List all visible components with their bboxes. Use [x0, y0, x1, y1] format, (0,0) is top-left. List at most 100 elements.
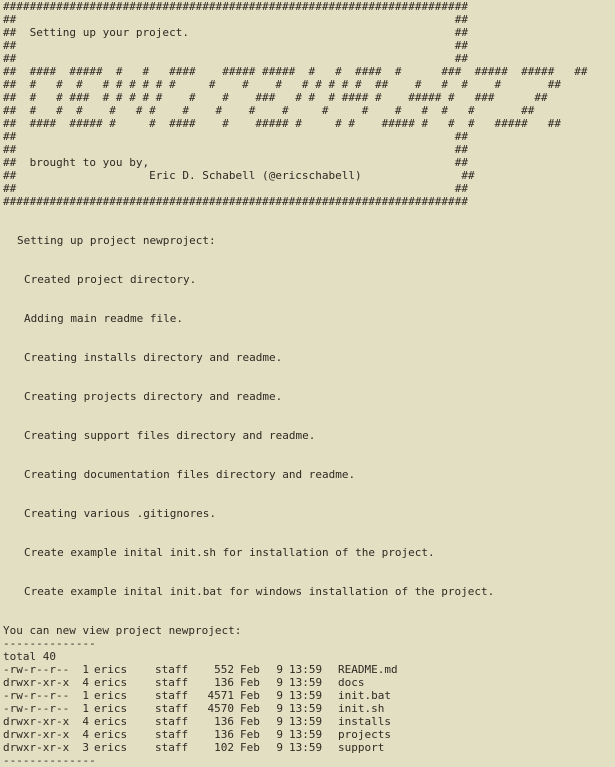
listing-size: 552: [214, 663, 234, 676]
listing-name: init.sh: [338, 702, 385, 715]
banner-line: ## brought to you by, ##: [3, 156, 468, 169]
listing-time: 13:59: [289, 663, 323, 676]
listing-day: 9: [276, 741, 283, 754]
separator-top: --------------: [3, 637, 96, 650]
terminal-window: ########################################…: [0, 0, 615, 767]
listing-row: drwxr-xr-x 4 erics staff 136 Feb 9 13:59 project…: [3, 728, 458, 741]
listing-owner: erics: [94, 689, 128, 702]
listing-name: projects: [338, 728, 391, 741]
listing-month: Feb: [240, 676, 260, 689]
listing-perms: drwxr-xr-x: [3, 676, 70, 689]
listing-size: 136: [214, 676, 234, 689]
banner-line: ########################################…: [3, 0, 468, 13]
ascii-banner: ########################################…: [3, 0, 615, 208]
listing-owner: erics: [94, 741, 128, 754]
listing-links: 1: [82, 702, 89, 715]
listing-group: staff: [155, 702, 189, 715]
banner-line: ## ##: [3, 39, 468, 52]
listing-size: 4571: [207, 689, 235, 702]
banner-line: ## # # ### # # # # # # # ### # # # #### …: [3, 91, 548, 104]
step-line: Create example inital init.bat for windo…: [24, 585, 495, 598]
listing-perms: drwxr-xr-x: [3, 715, 70, 728]
step-line: Creating various .gitignores.: [24, 507, 217, 520]
banner-line: ## ##: [3, 130, 468, 143]
step-line: Creating documentation files directory a…: [24, 468, 356, 481]
listing-day: 9: [276, 663, 283, 676]
listing-month: Feb: [240, 741, 260, 754]
listing-month: Feb: [240, 689, 260, 702]
separator-bottom: --------------: [3, 754, 96, 767]
banner-line: ## ##: [3, 13, 468, 26]
step-line: Creating support files directory and rea…: [24, 429, 316, 442]
banner-line: ## Setting up your project. ##: [3, 26, 468, 39]
listing-month: Feb: [240, 715, 260, 728]
banner-line: ## ##: [3, 52, 468, 65]
banner-line: ## ##: [3, 182, 468, 195]
listing-row: drwxr-xr-x 4 erics staff 136 Feb 9 13:59 docs: [3, 676, 458, 689]
listing-row: -rw-r--r-- 1 erics staff 4571 Feb 9 13:59 init.b…: [3, 689, 458, 702]
listing-row: -rw-r--r-- 1 erics staff 4570 Feb 9 13:59 init.s…: [3, 702, 458, 715]
listing-month: Feb: [240, 702, 260, 715]
listing-day: 9: [276, 676, 283, 689]
listing-time: 13:59: [289, 715, 323, 728]
banner-line: ## ##: [3, 143, 468, 156]
listing-time: 13:59: [289, 728, 323, 741]
file-listing: -rw-r--r-- 1 erics staff 552 Feb 9 13:59 README.…: [3, 663, 458, 754]
step-line: Creating installs directory and readme.: [24, 351, 283, 364]
listing-perms: -rw-r--r--: [3, 702, 70, 715]
banner-line: ## Eric D. Schabell (@ericschabell) ##: [3, 169, 475, 182]
listing-perms: -rw-r--r--: [3, 689, 70, 702]
listing-group: staff: [155, 715, 189, 728]
listing-day: 9: [276, 728, 283, 741]
total-line: total 40: [3, 650, 56, 663]
listing-links: 4: [82, 676, 89, 689]
listing-links: 1: [82, 663, 89, 676]
listing-name: installs: [338, 715, 391, 728]
listing-perms: drwxr-xr-x: [3, 741, 70, 754]
step-line: Created project directory.: [24, 273, 197, 286]
listing-owner: erics: [94, 663, 128, 676]
listing-group: staff: [155, 689, 189, 702]
listing-month: Feb: [240, 663, 260, 676]
view-header: You can new view project newproject:: [3, 624, 242, 637]
step-line: Adding main readme file.: [24, 312, 183, 325]
listing-name: README.md: [338, 663, 398, 676]
listing-group: staff: [155, 741, 189, 754]
listing-row: drwxr-xr-x 4 erics staff 136 Feb 9 13:59 install…: [3, 715, 458, 728]
listing-perms: -rw-r--r--: [3, 663, 70, 676]
listing-owner: erics: [94, 676, 128, 689]
listing-size: 136: [214, 715, 234, 728]
listing-time: 13:59: [289, 689, 323, 702]
listing-owner: erics: [94, 702, 128, 715]
listing-day: 9: [276, 689, 283, 702]
listing-size: 4570: [207, 702, 235, 715]
listing-owner: erics: [94, 728, 128, 741]
listing-day: 9: [276, 715, 283, 728]
listing-day: 9: [276, 702, 283, 715]
listing-size: 102: [214, 741, 234, 754]
listing-name: init.bat: [338, 689, 391, 702]
listing-time: 13:59: [289, 702, 323, 715]
listing-row: drwxr-xr-x 3 erics staff 102 Feb 9 13:59 support: [3, 741, 458, 754]
setup-header: Setting up project newproject:: [17, 234, 216, 247]
banner-line: ## #### ##### # # #### ##### ##### # # #…: [3, 65, 588, 78]
listing-perms: drwxr-xr-x: [3, 728, 70, 741]
listing-links: 3: [82, 741, 89, 754]
listing-month: Feb: [240, 728, 260, 741]
listing-links: 1: [82, 689, 89, 702]
step-line: Creating projects directory and readme.: [24, 390, 283, 403]
listing-time: 13:59: [289, 676, 323, 689]
banner-line: ########################################…: [3, 195, 468, 208]
listing-group: staff: [155, 728, 189, 741]
listing-name: docs: [338, 676, 365, 689]
listing-links: 4: [82, 715, 89, 728]
banner-line: ## # # # # # # # # # # # # # # # # # ## …: [3, 78, 561, 91]
listing-group: staff: [155, 663, 189, 676]
step-line: Create example inital init.sh for instal…: [24, 546, 435, 559]
banner-line: ## # # # # # # # # # # # # # # # # ##: [3, 104, 535, 117]
listing-row: -rw-r--r-- 1 erics staff 552 Feb 9 13:59 README.…: [3, 663, 458, 676]
listing-size: 136: [214, 728, 234, 741]
listing-name: support: [338, 741, 385, 754]
listing-time: 13:59: [289, 741, 323, 754]
listing-group: staff: [155, 676, 189, 689]
